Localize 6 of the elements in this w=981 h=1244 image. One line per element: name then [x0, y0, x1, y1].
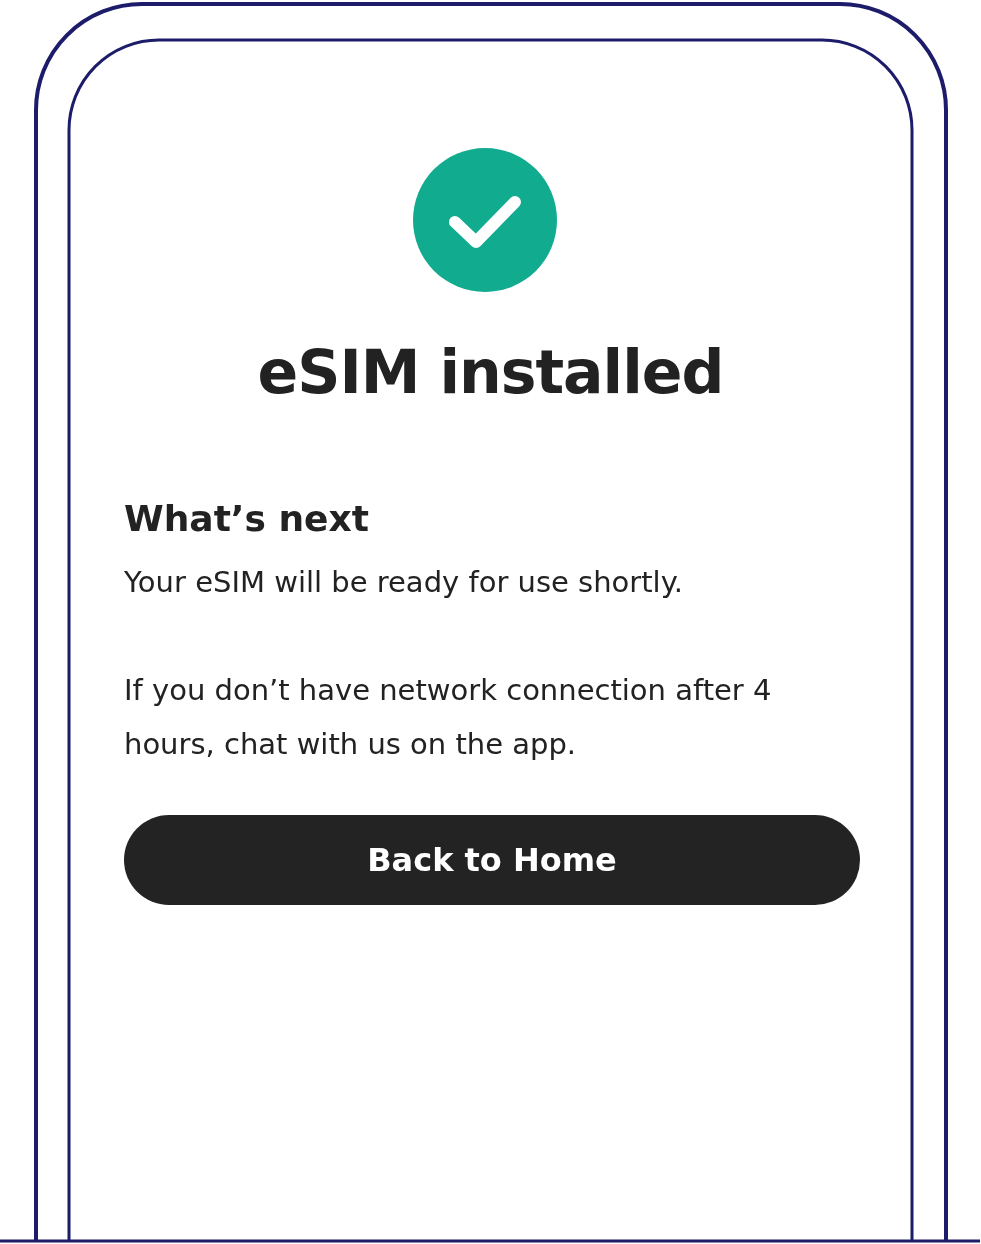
body-text: Your eSIM will be ready for use shortly. [124, 563, 684, 601]
section-heading: What’s next [124, 497, 370, 541]
checkmark-icon [412, 148, 557, 292]
back-to-home-button[interactable]: Back to Home [124, 814, 860, 905]
screen-title: eSIM installed [257, 336, 724, 408]
body-text: If you don’t have network connection after 4 hours, chat with us on the app. [124, 671, 773, 763]
